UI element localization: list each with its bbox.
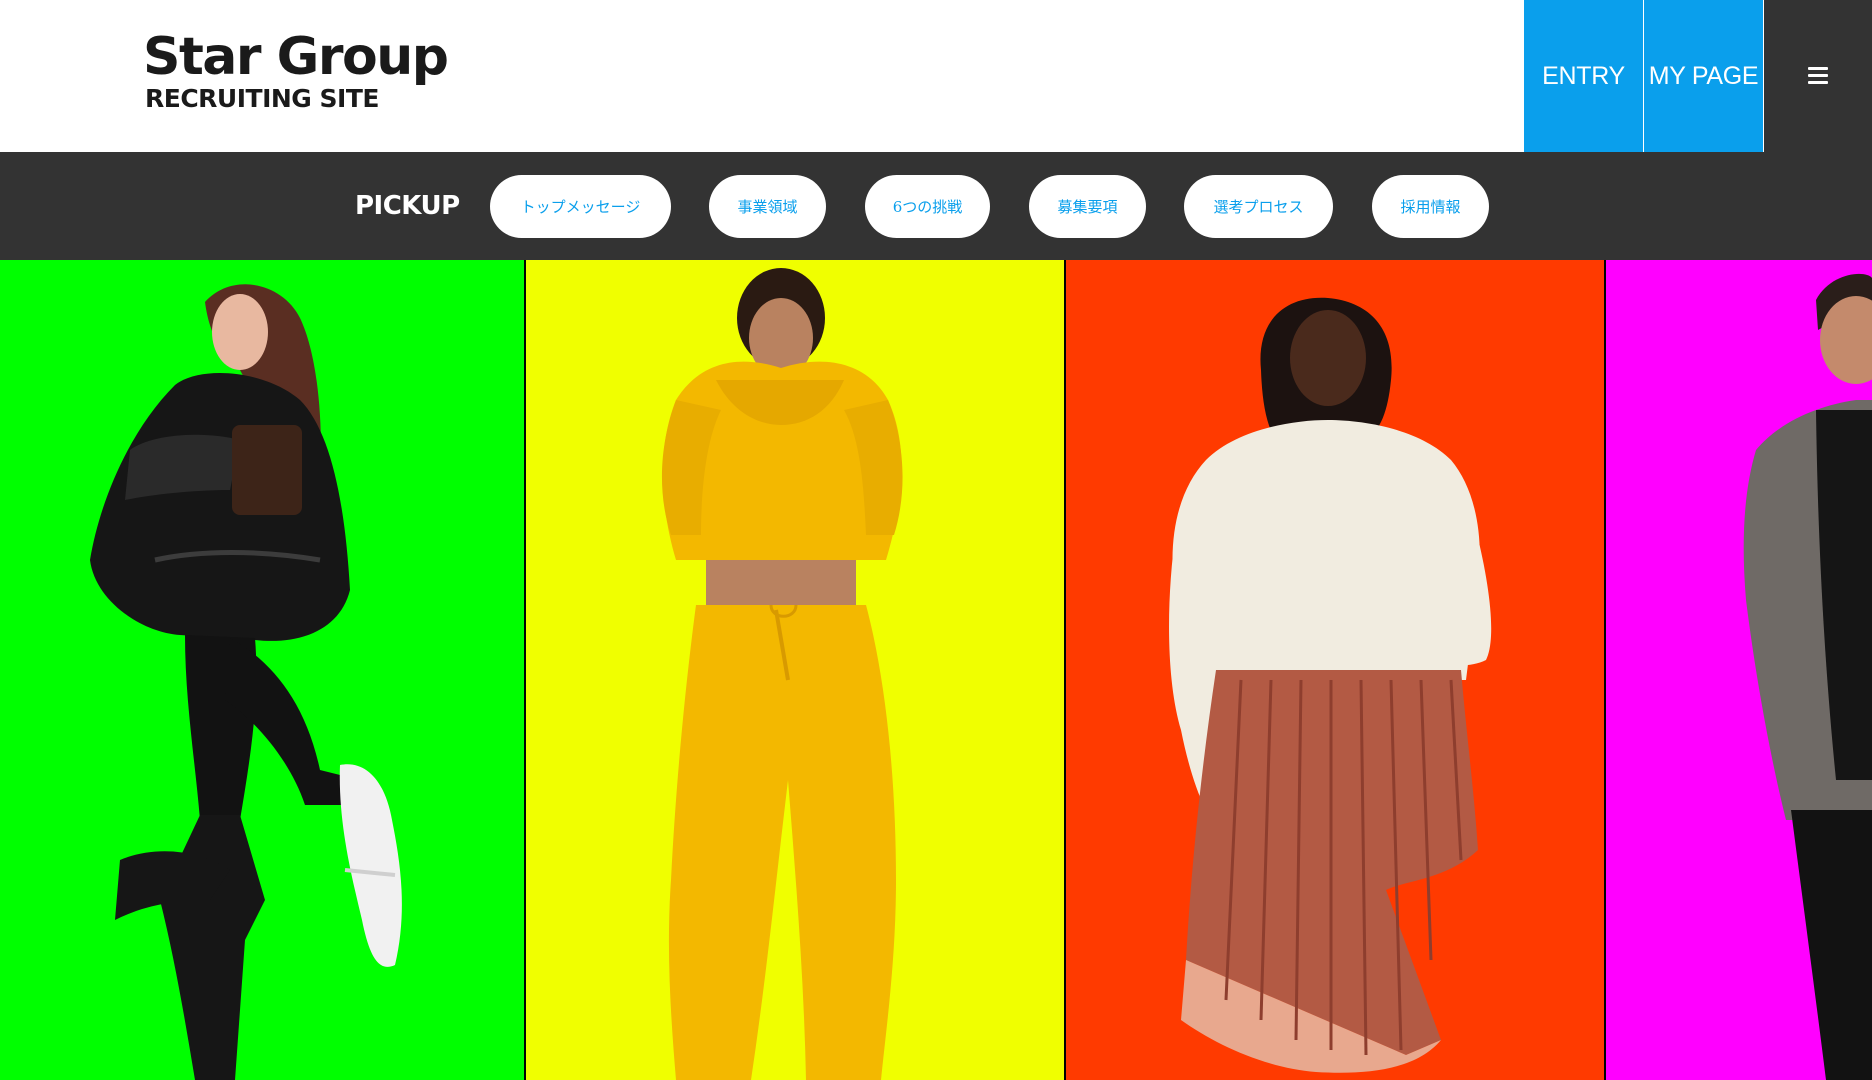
hero-gallery	[0, 260, 1872, 1080]
person-grey-blazer-image	[1743, 273, 1872, 1080]
gallery-panel-green[interactable]	[0, 260, 524, 1080]
logo-title: Star Group	[143, 27, 449, 87]
gallery-panel-yellow[interactable]	[526, 260, 1064, 1080]
mypage-button[interactable]: MY PAGE	[1644, 0, 1763, 152]
pickup-link-top-message[interactable]: トップメッセージ	[490, 175, 671, 238]
pickup-bar: PICKUP トップメッセージ 事業領域 6つの挑戦 募集要項 選考プロセス 採…	[0, 152, 1872, 260]
hamburger-menu-icon	[1808, 67, 1828, 85]
logo-subtitle: RECRUITING SITE	[145, 84, 379, 113]
person-black-jacket-image	[90, 284, 402, 1080]
pickup-link-job-requirements[interactable]: 募集要項	[1029, 175, 1146, 238]
pickup-link-selection-process[interactable]: 選考プロセス	[1184, 175, 1333, 238]
site-logo[interactable]: Star Group RECRUITING SITE	[143, 26, 449, 126]
pickup-link-six-challenges[interactable]: 6つの挑戦	[865, 175, 990, 238]
pickup-link-business-domain[interactable]: 事業領域	[709, 175, 826, 238]
entry-button[interactable]: ENTRY	[1524, 0, 1643, 152]
person-yellow-sweatsuit-image	[661, 268, 903, 1080]
gallery-panel-orange[interactable]	[1066, 260, 1604, 1080]
site-header: Star Group RECRUITING SITE ENTRY MY PAGE	[0, 0, 1872, 152]
gallery-panel-magenta[interactable]	[1606, 260, 1872, 1080]
pickup-label: PICKUP	[355, 191, 460, 221]
pickup-link-recruitment-info[interactable]: 採用情報	[1372, 175, 1489, 238]
person-pleated-skirt-image	[1169, 297, 1492, 1073]
menu-button[interactable]	[1764, 0, 1872, 152]
